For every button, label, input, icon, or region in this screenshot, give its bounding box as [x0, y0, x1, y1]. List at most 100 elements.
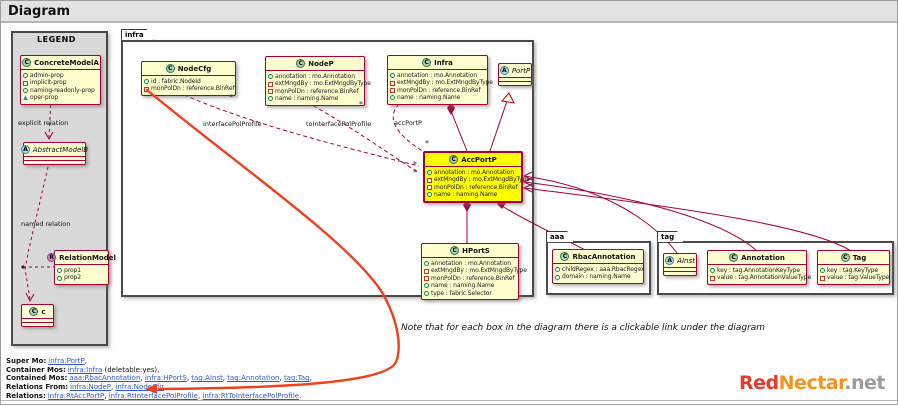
link-infra-nodecfg[interactable]: infra:NodeCfg — [115, 383, 163, 391]
link-infra-infra[interactable]: infra:Infra — [68, 366, 103, 374]
title-bar: Diagram — [1, 1, 897, 23]
visibility-icon — [710, 268, 715, 273]
visibility-icon — [820, 268, 825, 273]
attr-row: monPolDn : reference.BinRef — [424, 275, 516, 282]
visibility-icon — [424, 269, 429, 274]
visibility-icon — [23, 73, 28, 78]
attr-row: name : naming.Name — [427, 191, 519, 198]
visibility-icon — [424, 283, 429, 288]
footer-row-relations: Relations:infra:RtAccPortP, infra:RtInte… — [6, 392, 312, 401]
class-abstractmodelb: AAbstractModelB — [23, 142, 86, 165]
attr-row: name : naming.Name — [268, 95, 362, 102]
visibility-icon — [23, 88, 28, 93]
note-text: Note that for each box in the diagram th… — [401, 323, 765, 333]
attr-row: key : tag.KeyType — [820, 267, 887, 274]
attr-row: prop2 — [57, 274, 106, 281]
multiplicity-star: * — [229, 93, 233, 102]
page-title: Diagram — [8, 4, 70, 19]
class-spot-icon: C — [729, 253, 738, 262]
edge-label-tointerfacepolprofile: toInterfacePolProfile — [306, 120, 371, 128]
footer-row-contained-mos: Contained Mos:aaa:RbacAnnotation, infra:… — [6, 374, 312, 383]
link-tag-annotation[interactable]: tag:Annotation — [227, 374, 279, 382]
package-tag-tab: tag — [657, 231, 684, 242]
visibility-icon — [710, 276, 715, 281]
class-c-small: Cc — [21, 304, 54, 327]
attr-row: key : tag.AnnotationKeyType — [710, 267, 804, 274]
class-tag: CTag key : tag.KeyType value : tag.Value… — [817, 250, 890, 285]
class-spot-icon: C — [166, 64, 175, 73]
edge-label-named-relation: named relation — [21, 220, 70, 228]
class-spot-icon: C — [29, 307, 38, 316]
attr-row: extMngdBy : mo.ExtMngdByType — [268, 80, 362, 87]
attr-row: type : fabric.Selector — [424, 290, 516, 297]
edge-label-interfacepolprofile: interfacePolProfile — [203, 120, 262, 128]
attr-row: prop1 — [57, 267, 106, 274]
visibility-icon — [57, 268, 62, 273]
link-infra-rttointerfacepolprofile[interactable]: infra:RtToInterfacePolProfile — [202, 392, 299, 400]
edge-label-accportp: accPortP — [394, 119, 422, 127]
class-spot-icon: C — [296, 59, 305, 68]
attr-row: name : naming.Name — [390, 94, 485, 101]
attr-row: naming-readonly-prop — [23, 87, 98, 94]
attr-row: childRegex : aaa.RbacRegex — [555, 266, 641, 273]
link-infra-rtaccportp[interactable]: infra:RtAccPortP — [48, 392, 104, 400]
class-spot-icon: C — [22, 58, 31, 67]
visibility-icon — [424, 276, 429, 281]
visibility-icon — [23, 81, 28, 86]
class-spot-icon: C — [422, 58, 431, 67]
visibility-icon — [424, 291, 429, 296]
visibility-icon — [144, 87, 149, 92]
attr-row: extMngdBy : mo.ExtMngdByType — [424, 267, 516, 274]
visibility-icon — [390, 81, 395, 86]
visibility-icon — [144, 79, 149, 84]
diagram-page: Diagram — [0, 0, 898, 405]
attr-row: implicit-prop — [23, 79, 98, 86]
class-spot-icon: C — [841, 253, 850, 262]
class-accportp: CAccPortP annotation : mo.Annotation ext… — [423, 151, 523, 203]
visibility-icon — [555, 275, 560, 280]
package-infra-tab: infra — [121, 29, 154, 40]
visibility-icon — [427, 185, 432, 190]
visibility-icon — [427, 192, 432, 197]
link-infra-portp[interactable]: infra:PortP — [48, 357, 84, 365]
package-aaa-tab: aaa — [546, 231, 574, 242]
class-spot-icon: C — [560, 252, 569, 261]
footer-row-container-mos: Container Mos:infra:Infra (deletable:yes… — [6, 366, 312, 375]
footer-row-super-mo: Super Mo:infra:PortP, — [6, 357, 312, 366]
link-tag-ainst[interactable]: tag:AInst — [191, 374, 223, 382]
visibility-icon — [268, 82, 273, 87]
class-nodep: CNodeP annotation : mo.Annotation extMng… — [265, 56, 365, 106]
attr-row: monPolDn : reference.BinRef — [427, 184, 519, 191]
link-infra-rtinterfacepolprofile[interactable]: infra:RtInterfacePolProfile — [109, 392, 198, 400]
link-infra-nodep[interactable]: infra:NodeP — [70, 383, 111, 391]
attr-row: oper-prop — [23, 94, 98, 101]
visibility-icon — [390, 88, 395, 93]
visibility-icon — [268, 74, 273, 79]
link-tag-tag[interactable]: tag:Tag — [284, 374, 310, 382]
edge-label-explicit-relation: explicit relation — [18, 119, 68, 127]
footer-row-relations-from: Relations From:infra:NodeP, infra:NodeCf… — [6, 383, 312, 392]
class-ainst: AAInst — [663, 253, 697, 276]
class-portp: APortP — [498, 63, 532, 86]
link-aaa-rbacannotation[interactable]: aaa:RbacAnnotation — [69, 374, 140, 382]
attr-row: name : naming.Name — [424, 282, 516, 289]
visibility-icon — [820, 276, 825, 281]
visibility-icon — [268, 89, 273, 94]
visibility-icon — [424, 261, 429, 266]
attr-row: admin-prop — [23, 72, 98, 79]
visibility-icon — [427, 178, 432, 183]
footer-links: Super Mo:infra:PortP, Container Mos:infr… — [6, 357, 312, 401]
attr-row: extMngdBy : mo.ExtMngdByType — [390, 79, 485, 86]
class-infra: CInfra annotation : mo.Annotation extMng… — [387, 55, 488, 105]
attr-row: annotation : mo.Annotation — [424, 260, 516, 267]
class-relationmodel: RRelationModel prop1 prop2 — [54, 250, 109, 285]
visibility-icon — [268, 96, 273, 101]
multiplicity-star: * — [359, 100, 363, 109]
class-nodecfg: CNodeCfg id : fabric.NodeId monPolDn : r… — [141, 61, 236, 96]
attr-row: annotation : mo.Annotation — [427, 169, 519, 176]
attr-row: extMngdBy : mo.ExtMngdByType — [427, 176, 519, 183]
attr-row: domain : naming.Name — [555, 273, 641, 280]
visibility-icon — [57, 276, 62, 281]
class-rbacannotation: CRbacAnnotation childRegex : aaa.RbacReg… — [552, 249, 644, 284]
link-infra-hports[interactable]: infra:HPortS — [145, 374, 187, 382]
